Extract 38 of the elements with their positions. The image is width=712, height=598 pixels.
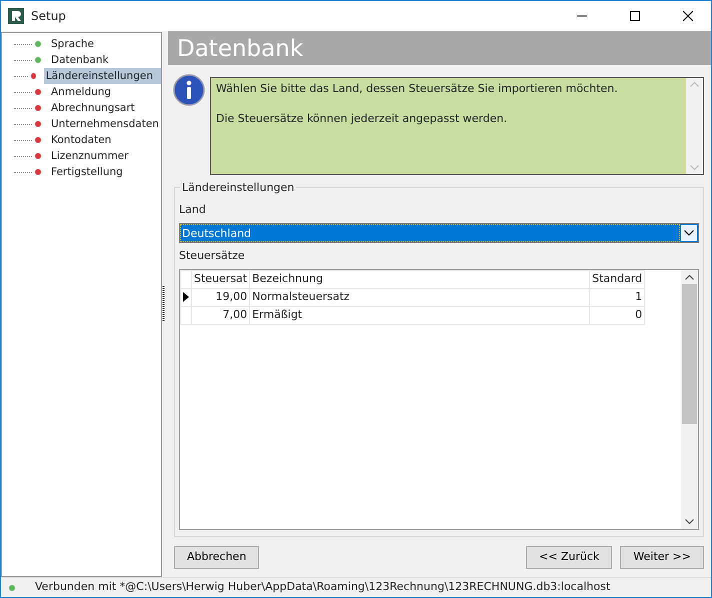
tree-item[interactable]: Sprache	[49, 36, 96, 52]
country-label: Land	[179, 202, 207, 218]
next-button[interactable]: Weiter >>	[620, 546, 704, 569]
rates-label: Steuersätze	[179, 248, 246, 264]
maximize-icon	[630, 11, 640, 21]
table-cell: 0	[590, 306, 645, 324]
column-header[interactable]: Standard	[590, 270, 645, 288]
info-icon	[173, 74, 205, 106]
table-cell: Normalsteuersatz	[250, 288, 590, 306]
info-text: Wählen Sie bitte das Land, dessen Steuersätze Sie importieren möchten.	[216, 81, 619, 97]
table-cell: Ermäßigt	[250, 306, 590, 324]
tree-item[interactable]: Ländereinstellungen	[44, 68, 161, 84]
cancel-button[interactable]: Abbrechen	[174, 546, 260, 569]
tree-item[interactable]: Kontodaten	[49, 132, 114, 148]
tree-item[interactable]: Datenbank	[49, 52, 111, 68]
table-cell: 19,00	[192, 288, 250, 306]
page-heading: Datenbank	[168, 31, 711, 65]
row-pointer-icon	[183, 292, 189, 302]
tree-item[interactable]: Abrechnungsart	[49, 100, 137, 116]
country-dropdown[interactable]: Deutschland	[179, 222, 699, 242]
status-text: Verbunden mit *@C:\Users\Herwig Huber\AppData\Roaming\123Rechnung\123RECHNUNG.db3:localhost	[35, 579, 610, 596]
scrollbar-thumb[interactable]	[682, 284, 697, 424]
tree-item[interactable]: Unternehmensdaten	[49, 116, 161, 132]
close-icon	[683, 11, 693, 21]
column-header[interactable]: Bezeichnung	[250, 270, 590, 288]
chevron-down-icon[interactable]	[684, 230, 694, 236]
window-title: Setup	[31, 8, 66, 25]
group-title: Ländereinstellungen	[180, 180, 296, 196]
splitter-grip-icon[interactable]	[162, 286, 165, 322]
info-text: Die Steuersätze können jederzeit angepasst werden.	[216, 110, 508, 126]
tree-item[interactable]: Fertigstellung	[49, 164, 125, 180]
table-cell: 7,00	[192, 306, 250, 324]
tree-item[interactable]: Anmeldung	[49, 84, 114, 100]
table-cell: 1	[590, 288, 645, 306]
app-logo-icon	[8, 8, 24, 24]
tree-item[interactable]: Lizenznummer	[49, 148, 130, 164]
column-header[interactable]: Steuersat	[192, 270, 250, 288]
back-button[interactable]: << Zurück	[526, 546, 612, 569]
